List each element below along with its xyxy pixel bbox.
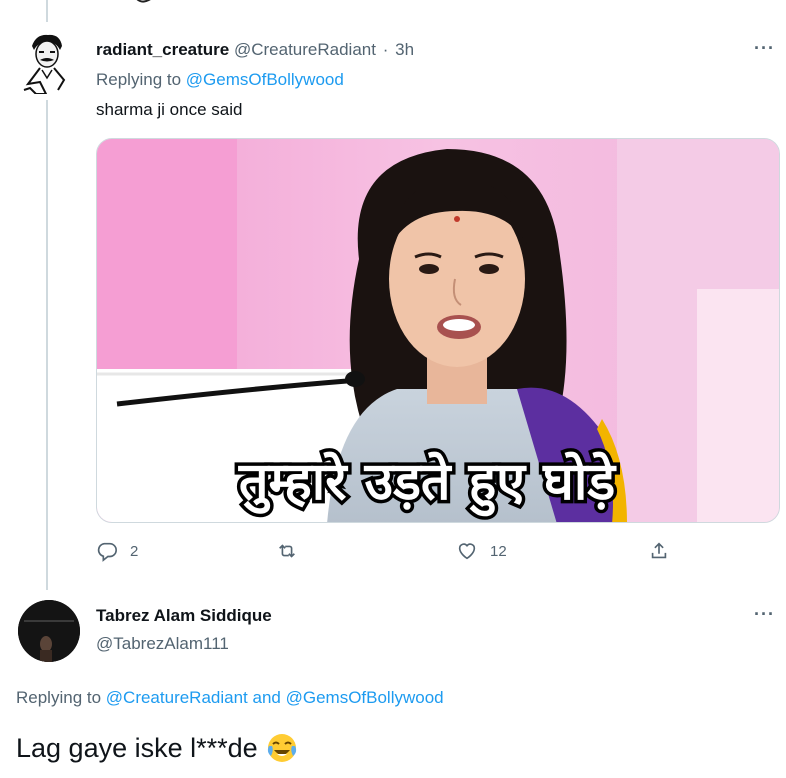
partial-avatar-icon — [136, 0, 151, 3]
retweet-button[interactable] — [276, 540, 310, 562]
thread-line-top — [46, 0, 48, 22]
thread-line — [46, 100, 48, 590]
like-count: 12 — [490, 542, 507, 560]
replying-and: and — [247, 688, 286, 707]
reply-button[interactable]: 2 — [96, 540, 138, 562]
display-name[interactable]: Tabrez Alam Siddique — [96, 606, 272, 626]
tweet-media-image[interactable]: तुम्हारे उड़ते हुए घोड़े — [96, 138, 780, 523]
replying-to: Replying to @GemsOfBollywood — [96, 70, 344, 90]
separator: · — [382, 40, 389, 59]
reply-icon — [97, 542, 117, 562]
face-with-tears-of-joy-icon — [267, 734, 296, 762]
retweet-icon — [279, 544, 295, 558]
more-options-icon[interactable]: ··· — [754, 604, 775, 625]
replying-prefix: Replying to — [16, 688, 106, 707]
tweet-text-body: Lag gaye iske l***de — [16, 732, 258, 763]
mention-link[interactable]: @GemsOfBollywood — [186, 70, 344, 89]
replying-prefix: Replying to — [96, 70, 186, 89]
more-options-icon[interactable]: ··· — [754, 38, 775, 59]
reply-count: 2 — [130, 542, 139, 560]
tweet-text: sharma ji once said — [96, 100, 243, 119]
share-icon — [651, 542, 667, 559]
tweet-text: Lag gaye iske l***de — [16, 732, 298, 764]
display-name[interactable]: radiant_creature — [96, 40, 229, 59]
media-caption: तुम्हारे उड़ते हुए घोड़े — [238, 451, 618, 517]
replying-to: Replying to @CreatureRadiant and @GemsOf… — [16, 688, 444, 708]
share-button[interactable] — [648, 540, 670, 562]
timestamp[interactable]: 3h — [395, 40, 414, 59]
avatar[interactable] — [18, 600, 80, 662]
user-handle[interactable]: @TabrezAlam111 — [96, 634, 229, 654]
mention-link[interactable]: @CreatureRadiant — [106, 688, 248, 707]
avatar[interactable] — [22, 32, 72, 94]
tweet-header: radiant_creature @CreatureRadiant · 3h — [96, 40, 414, 60]
tweet-actions: 2 12 — [0, 540, 786, 566]
user-handle[interactable]: @CreatureRadiant — [234, 40, 376, 59]
like-button[interactable]: 12 — [456, 540, 507, 562]
mention-link[interactable]: @GemsOfBollywood — [286, 688, 444, 707]
heart-icon — [458, 543, 476, 560]
